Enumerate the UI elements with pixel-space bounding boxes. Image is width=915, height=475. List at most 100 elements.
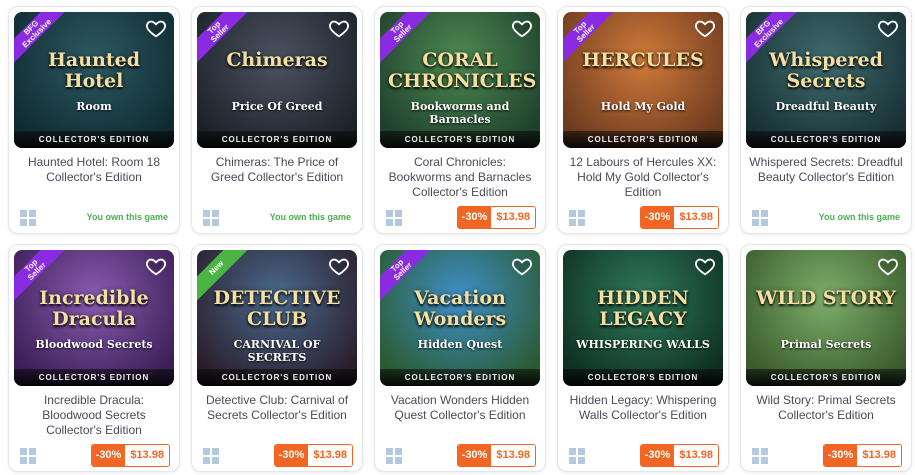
games-grid: Haunted Hotel Room COLLECTOR'S EDITION B… <box>0 0 915 475</box>
favorite-heart-icon[interactable] <box>145 255 167 277</box>
cover-edition-banner: COLLECTOR'S EDITION <box>746 369 906 386</box>
price-amount: $13.98 <box>308 445 352 466</box>
windows-icon <box>20 448 36 464</box>
game-card[interactable]: WILD STORY Primal Secrets COLLECTOR'S ED… <box>740 244 912 472</box>
game-card[interactable]: DETECTIVE CLUB CARNIVAL OF SECRETS COLLE… <box>191 244 363 472</box>
game-title-link[interactable]: 12 Labours of Hercules XX: Hold My Gold … <box>566 155 720 200</box>
cover-subtitle: WHISPERING WALLS <box>576 338 710 351</box>
discount-badge: -30% <box>457 445 492 466</box>
windows-icon <box>386 210 402 226</box>
cover-edition-banner: COLLECTOR'S EDITION <box>197 369 357 386</box>
cover-subtitle: CARNIVAL OF SECRETS <box>233 338 321 364</box>
game-title-link[interactable]: Whispered Secrets: Dreadful Beauty Colle… <box>749 155 903 185</box>
game-card[interactable]: Whispered Secrets Dreadful Beauty COLLEC… <box>740 6 912 234</box>
favorite-heart-icon[interactable] <box>877 255 899 277</box>
windows-icon <box>752 210 768 226</box>
game-card[interactable]: HIDDEN LEGACY WHISPERING WALLS COLLECTOR… <box>557 244 729 472</box>
badge-ribbon: BFG Exclusive <box>14 12 74 72</box>
price-button[interactable]: -30% $13.98 <box>639 206 719 229</box>
discount-badge: -30% <box>457 207 492 228</box>
badge-ribbon: Top Seller <box>197 12 257 72</box>
favorite-heart-icon[interactable] <box>328 17 350 39</box>
windows-icon <box>20 210 36 226</box>
favorite-heart-icon[interactable] <box>877 17 899 39</box>
owned-status: You own this game <box>86 212 168 222</box>
game-card[interactable]: Incredible Dracula Bloodwood Secrets COL… <box>8 244 180 472</box>
game-card[interactable]: Haunted Hotel Room COLLECTOR'S EDITION B… <box>8 6 180 234</box>
favorite-heart-icon[interactable] <box>694 255 716 277</box>
game-card[interactable]: CORAL CHRONICLES Bookworms and Barnacles… <box>374 6 546 234</box>
game-title-link[interactable]: Coral Chronicles: Bookworms and Barnacle… <box>383 155 537 200</box>
owned-status: You own this game <box>269 212 351 222</box>
badge-ribbon: Top Seller <box>563 12 623 72</box>
price-button[interactable]: -30% $13.98 <box>456 206 536 229</box>
cover-edition-banner: COLLECTOR'S EDITION <box>14 131 174 148</box>
price-amount: $13.98 <box>491 445 535 466</box>
badge-label: Top Seller <box>197 12 253 67</box>
windows-icon <box>569 448 585 464</box>
badge-ribbon: New <box>197 250 257 310</box>
cover-edition-banner: COLLECTOR'S EDITION <box>380 131 540 148</box>
cover-edition-banner: COLLECTOR'S EDITION <box>746 131 906 148</box>
game-card[interactable]: Chimeras Price Of Greed COLLECTOR'S EDIT… <box>191 6 363 234</box>
game-title-link[interactable]: Incredible Dracula: Bloodwood Secrets Co… <box>17 393 171 438</box>
discount-badge: -30% <box>91 445 126 466</box>
favorite-heart-icon[interactable] <box>145 17 167 39</box>
cover-subtitle: Bloodwood Secrets <box>35 338 153 351</box>
windows-icon <box>569 210 585 226</box>
game-title-link[interactable]: Vacation Wonders Hidden Quest Collector'… <box>383 393 537 423</box>
discount-badge: -30% <box>274 445 309 466</box>
cover-edition-banner: COLLECTOR'S EDITION <box>563 131 723 148</box>
badge-ribbon: Top Seller <box>380 250 440 310</box>
favorite-heart-icon[interactable] <box>328 255 350 277</box>
favorite-heart-icon[interactable] <box>694 17 716 39</box>
game-title-link[interactable]: Hidden Legacy: Whispering Walls Collecto… <box>566 393 720 423</box>
windows-icon <box>386 448 402 464</box>
badge-ribbon: Top Seller <box>380 12 440 72</box>
price-amount: $13.98 <box>857 445 901 466</box>
price-amount: $13.98 <box>491 207 535 228</box>
owned-status: You own this game <box>818 212 900 222</box>
price-button[interactable]: -30% $13.98 <box>273 444 353 467</box>
cover-edition-banner: COLLECTOR'S EDITION <box>197 131 357 148</box>
windows-icon <box>203 448 219 464</box>
game-title-link[interactable]: Haunted Hotel: Room 18 Collector's Editi… <box>17 155 171 185</box>
cover-subtitle: Primal Secrets <box>780 338 872 351</box>
discount-badge: -30% <box>640 207 675 228</box>
badge-label: BFG Exclusive <box>746 12 802 67</box>
cover-subtitle: Hidden Quest <box>417 338 503 351</box>
cover-title: HIDDEN LEGACY <box>597 287 689 330</box>
badge-label: Top Seller <box>380 12 436 67</box>
favorite-heart-icon[interactable] <box>511 17 533 39</box>
badge-ribbon: Top Seller <box>14 250 74 310</box>
price-button[interactable]: -30% $13.98 <box>456 444 536 467</box>
price-amount: $13.98 <box>125 445 169 466</box>
windows-icon <box>203 210 219 226</box>
cover-subtitle: Hold My Gold <box>600 100 686 113</box>
price-button[interactable]: -30% $13.98 <box>822 444 902 467</box>
cover-subtitle: Dreadful Beauty <box>775 100 877 113</box>
price-amount: $13.98 <box>674 445 718 466</box>
badge-label: Top Seller <box>380 250 436 305</box>
cover-subtitle: Room <box>76 100 112 113</box>
cover-edition-banner: COLLECTOR'S EDITION <box>14 369 174 386</box>
game-title-link[interactable]: Wild Story: Primal Secrets Collector's E… <box>749 393 903 423</box>
cover-title: WILD STORY <box>756 287 896 309</box>
game-title-link[interactable]: Detective Club: Carnival of Secrets Coll… <box>200 393 354 423</box>
game-card[interactable]: Vacation Wonders Hidden Quest COLLECTOR'… <box>374 244 546 472</box>
cover-subtitle: Price Of Greed <box>231 100 323 113</box>
favorite-heart-icon[interactable] <box>511 255 533 277</box>
game-card[interactable]: HERCULES Hold My Gold COLLECTOR'S EDITIO… <box>557 6 729 234</box>
badge-label: BFG Exclusive <box>14 12 70 67</box>
game-title-link[interactable]: Chimeras: The Price of Greed Collector's… <box>200 155 354 185</box>
cover-edition-banner: COLLECTOR'S EDITION <box>380 369 540 386</box>
badge-label: New <box>197 250 253 305</box>
discount-badge: -30% <box>640 445 675 466</box>
cover-edition-banner: COLLECTOR'S EDITION <box>563 369 723 386</box>
windows-icon <box>752 448 768 464</box>
price-button[interactable]: -30% $13.98 <box>90 444 170 467</box>
price-button[interactable]: -30% $13.98 <box>639 444 719 467</box>
discount-badge: -30% <box>823 445 858 466</box>
badge-label: Top Seller <box>14 250 70 305</box>
cover-subtitle: Bookworms and Barnacles <box>410 100 510 126</box>
